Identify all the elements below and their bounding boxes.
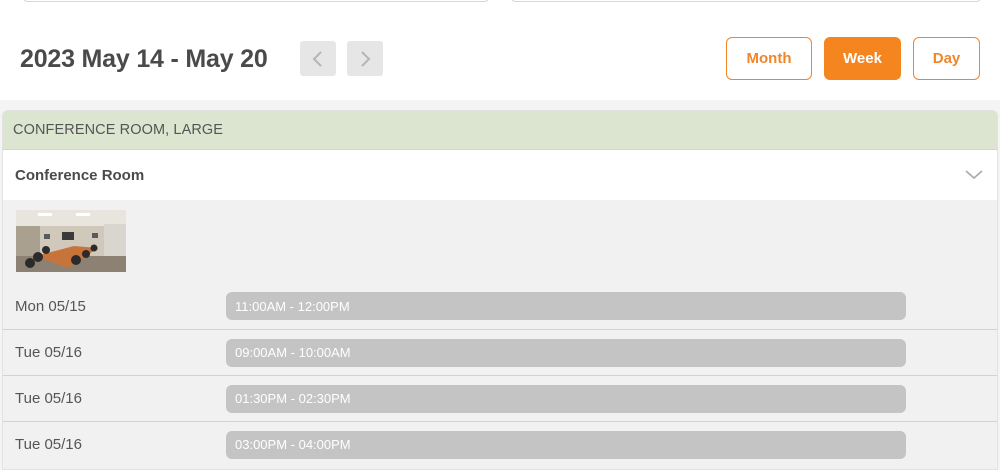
reservation-date: Tue 05/16 (15, 436, 82, 453)
room-photo[interactable] (16, 210, 126, 272)
resource-panel: CONFERENCE ROOM, LARGE Conference Room M… (2, 110, 998, 470)
reservation-date: Tue 05/16 (15, 344, 82, 361)
week-view-button[interactable]: Week (824, 37, 901, 80)
reservation-date: Tue 05/16 (15, 390, 82, 407)
filter-field[interactable] (510, 0, 982, 2)
reservation-list: Mon 05/15 11:00AM - 12:00PM Tue 05/16 09… (3, 283, 997, 467)
reservation-row: Tue 05/16 09:00AM - 10:00AM (3, 329, 997, 375)
time-slot-button[interactable]: 03:00PM - 04:00PM (226, 430, 906, 459)
calendar-toolbar: 2023 May 14 - May 20 Month Week Day (0, 0, 1000, 100)
room-header[interactable]: Conference Room (3, 150, 997, 200)
chevron-right-icon (361, 50, 371, 67)
date-range-title: 2023 May 14 - May 20 (20, 45, 268, 73)
time-slot-button[interactable]: 09:00AM - 10:00AM (226, 338, 906, 367)
day-view-button[interactable]: Day (913, 37, 980, 80)
category-header: CONFERENCE ROOM, LARGE (3, 111, 997, 150)
reservation-date: Mon 05/15 (15, 297, 86, 315)
chevron-left-icon (312, 50, 322, 67)
month-view-button[interactable]: Month (726, 37, 812, 80)
room-name: Conference Room (15, 166, 145, 184)
reservation-row: Tue 05/16 03:00PM - 04:00PM (3, 421, 997, 467)
reservation-row: Tue 05/16 01:30PM - 02:30PM (3, 375, 997, 421)
time-slot-button[interactable]: 11:00AM - 12:00PM (226, 292, 906, 320)
next-week-button[interactable] (347, 41, 383, 76)
filter-field[interactable] (22, 0, 490, 2)
chevron-down-icon[interactable] (965, 170, 983, 180)
time-slot-button[interactable]: 01:30PM - 02:30PM (226, 384, 906, 413)
reservation-row: Mon 05/15 11:00AM - 12:00PM (3, 283, 997, 329)
previous-week-button[interactable] (300, 41, 336, 76)
